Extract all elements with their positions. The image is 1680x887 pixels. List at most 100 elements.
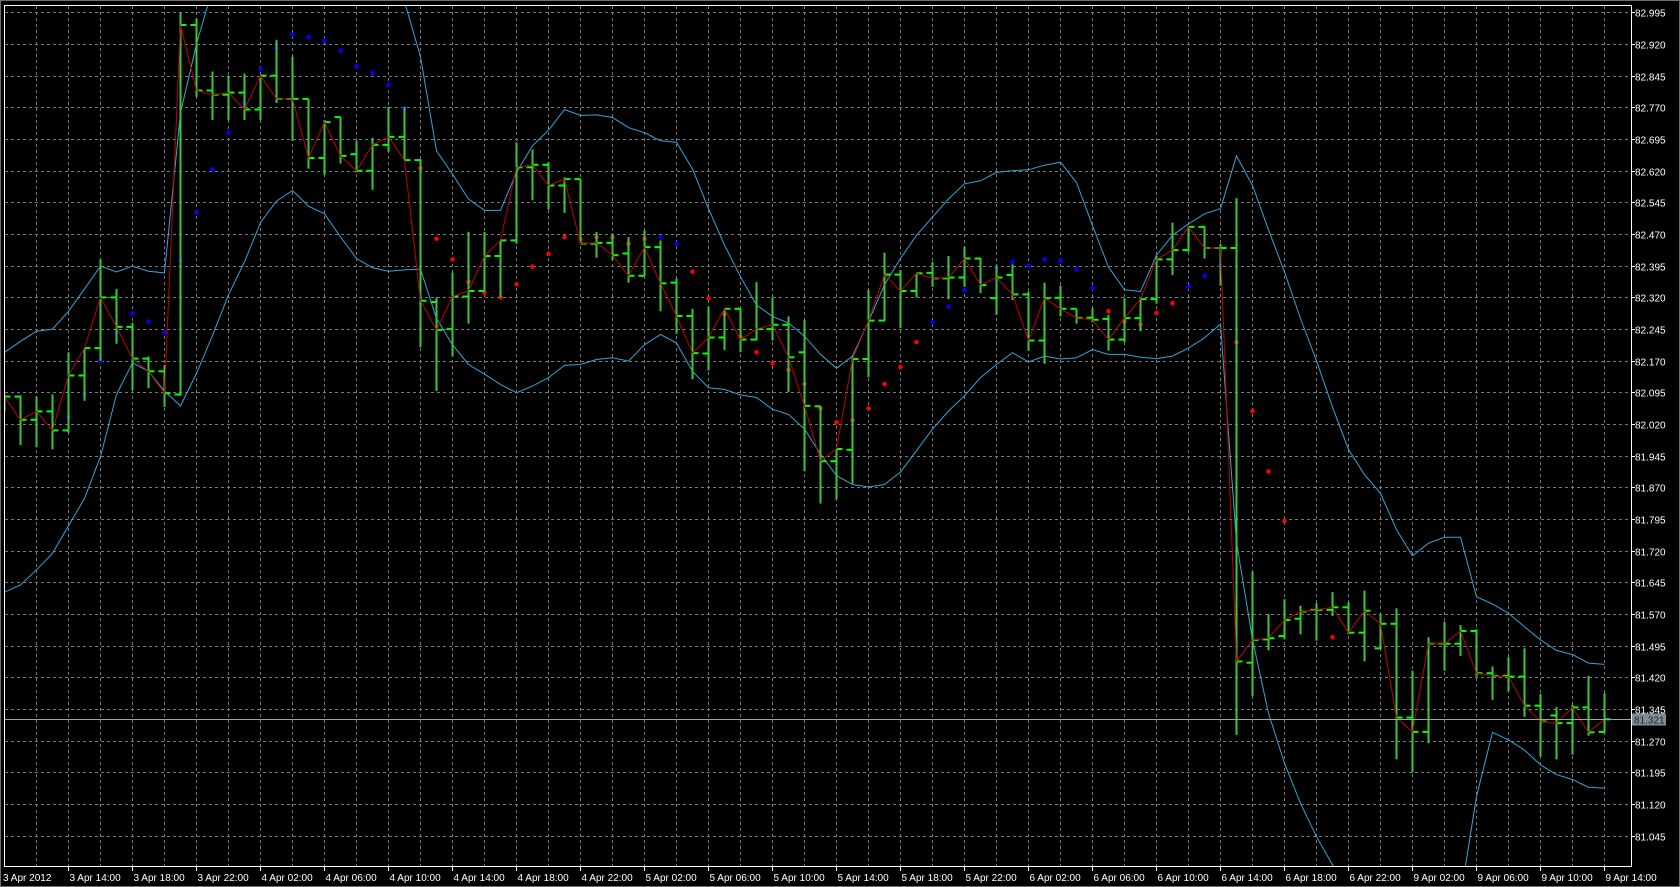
indicator-dot-red	[834, 420, 839, 425]
time-axis-label: 6 Apr 18:00	[1286, 873, 1338, 884]
indicator-dot-blue	[658, 235, 663, 240]
price-axis-label: 81.045	[1635, 833, 1666, 844]
price-axis-label: 81.120	[1635, 801, 1666, 812]
indicator-dot-red	[1250, 408, 1255, 414]
time-axis-label: 3 Apr 14:00	[70, 873, 122, 884]
price-axis-label: 81.720	[1635, 548, 1666, 559]
time-axis-label: 4 Apr 22:00	[582, 873, 634, 884]
indicator-dot-blue	[1074, 267, 1079, 272]
indicator-dot-red	[562, 234, 567, 240]
time-axis-label: 4 Apr 10:00	[390, 873, 442, 884]
indicator-dot-blue	[1010, 259, 1015, 265]
price-axis-label: 81.945	[1635, 453, 1666, 464]
chart-background	[0, 0, 1680, 887]
indicator-dot-blue	[930, 320, 935, 325]
indicator-dot-blue	[290, 32, 295, 37]
time-axis-label: 3 Apr 18:00	[134, 873, 186, 884]
time-axis-label: 9 Apr 06:00	[1478, 873, 1530, 884]
price-axis-label: 82.995	[1635, 9, 1666, 20]
indicator-dot-blue	[162, 330, 167, 335]
time-axis-label: 4 Apr 18:00	[518, 873, 570, 884]
indicator-dot-red	[882, 381, 887, 387]
indicator-dot-blue	[194, 210, 199, 216]
time-axis-label: 4 Apr 02:00	[262, 873, 314, 884]
time-axis-label: 6 Apr 02:00	[1030, 873, 1082, 884]
indicator-dot-blue	[130, 311, 135, 316]
indicator-dot-red	[1330, 635, 1335, 640]
price-chart[interactable]: 81.321 82.995 82.920 82.845 82.770 82.695 82.…	[0, 0, 1680, 887]
price-axis-label: 82.320	[1635, 294, 1666, 305]
indicator-dot-blue	[1026, 263, 1031, 269]
indicator-dot-red	[1154, 310, 1159, 316]
indicator-dot-blue	[322, 38, 327, 43]
price-axis-label: 82.095	[1635, 389, 1666, 400]
indicator-dot-red	[450, 257, 455, 262]
time-axis-label: 6 Apr 22:00	[1350, 873, 1402, 884]
current-price-label: 81.321	[1634, 716, 1665, 727]
indicator-dot-blue	[338, 48, 343, 54]
time-axis-label: 4 Apr 06:00	[326, 873, 378, 884]
indicator-dot-red	[434, 236, 439, 241]
indicator-dot-red	[1282, 518, 1287, 524]
price-axis-label: 82.920	[1635, 41, 1666, 52]
price-axis-label: 81.345	[1635, 706, 1666, 717]
price-axis-label: 82.170	[1635, 358, 1666, 369]
price-axis-label: 82.470	[1635, 231, 1666, 242]
indicator-dot-blue	[258, 67, 263, 72]
time-axis-label: 5 Apr 22:00	[966, 873, 1018, 884]
price-axis-label: 82.545	[1635, 199, 1666, 210]
indicator-dot-red	[546, 251, 551, 257]
time-axis-label: 6 Apr 14:00	[1222, 873, 1274, 884]
indicator-dot-blue	[1186, 284, 1191, 290]
price-axis-label: 81.270	[1635, 738, 1666, 749]
time-axis-label: 6 Apr 10:00	[1158, 873, 1210, 884]
indicator-dot-blue	[386, 82, 391, 88]
indicator-dot-red	[1266, 469, 1271, 474]
indicator-dot-red	[690, 269, 695, 274]
indicator-dot-blue	[1090, 285, 1095, 291]
price-axis-label: 82.770	[1635, 104, 1666, 115]
indicator-dot-blue	[946, 304, 951, 310]
time-axis-label: 9 Apr 02:00	[1414, 873, 1466, 884]
price-axis-label: 82.395	[1635, 263, 1666, 274]
indicator-dot-blue	[1202, 273, 1207, 279]
price-axis-label: 82.845	[1635, 73, 1666, 84]
indicator-dot-blue	[306, 34, 311, 40]
time-axis-label: 5 Apr 06:00	[710, 873, 762, 884]
indicator-dot-red	[754, 350, 759, 355]
price-axis-label: 82.620	[1635, 168, 1666, 179]
indicator-dot-red	[770, 361, 775, 366]
indicator-dot-red	[1106, 309, 1111, 314]
price-axis-label: 81.195	[1635, 769, 1666, 780]
indicator-dot-blue	[210, 167, 215, 172]
indicator-dot-red	[530, 264, 535, 269]
indicator-dot-red	[866, 406, 871, 411]
indicator-dot-red	[914, 339, 919, 345]
indicator-dot-red	[1170, 301, 1175, 306]
indicator-dot-blue	[226, 130, 231, 135]
price-axis-label: 81.570	[1635, 611, 1666, 622]
indicator-dot-blue	[674, 241, 679, 246]
indicator-dot-blue	[962, 288, 967, 293]
time-axis-label: 3 Apr 22:00	[198, 873, 250, 884]
indicator-dot-red	[514, 282, 519, 287]
indicator-dot-blue	[354, 64, 359, 69]
price-axis-label: 81.795	[1635, 516, 1666, 527]
indicator-dot-blue	[370, 70, 375, 76]
price-axis-label: 82.695	[1635, 136, 1666, 147]
indicator-dot-red	[898, 364, 903, 370]
price-axis-label: 81.495	[1635, 643, 1666, 654]
price-axis-label: 82.245	[1635, 326, 1666, 337]
price-axis-label: 82.020	[1635, 421, 1666, 432]
time-axis-label: 9 Apr 14:00	[1606, 873, 1658, 884]
time-axis-label: 5 Apr 18:00	[902, 873, 954, 884]
time-axis-label: 4 Apr 14:00	[454, 873, 506, 884]
time-axis-label: 5 Apr 02:00	[646, 873, 698, 884]
time-axis-label: 6 Apr 06:00	[1094, 873, 1146, 884]
price-axis-label: 81.870	[1635, 484, 1666, 495]
indicator-dot-blue	[1042, 257, 1047, 262]
indicator-dot-blue	[1058, 258, 1063, 264]
indicator-dot-blue	[146, 319, 151, 324]
indicator-dot-red	[706, 295, 711, 301]
time-axis-label: 5 Apr 14:00	[838, 873, 890, 884]
